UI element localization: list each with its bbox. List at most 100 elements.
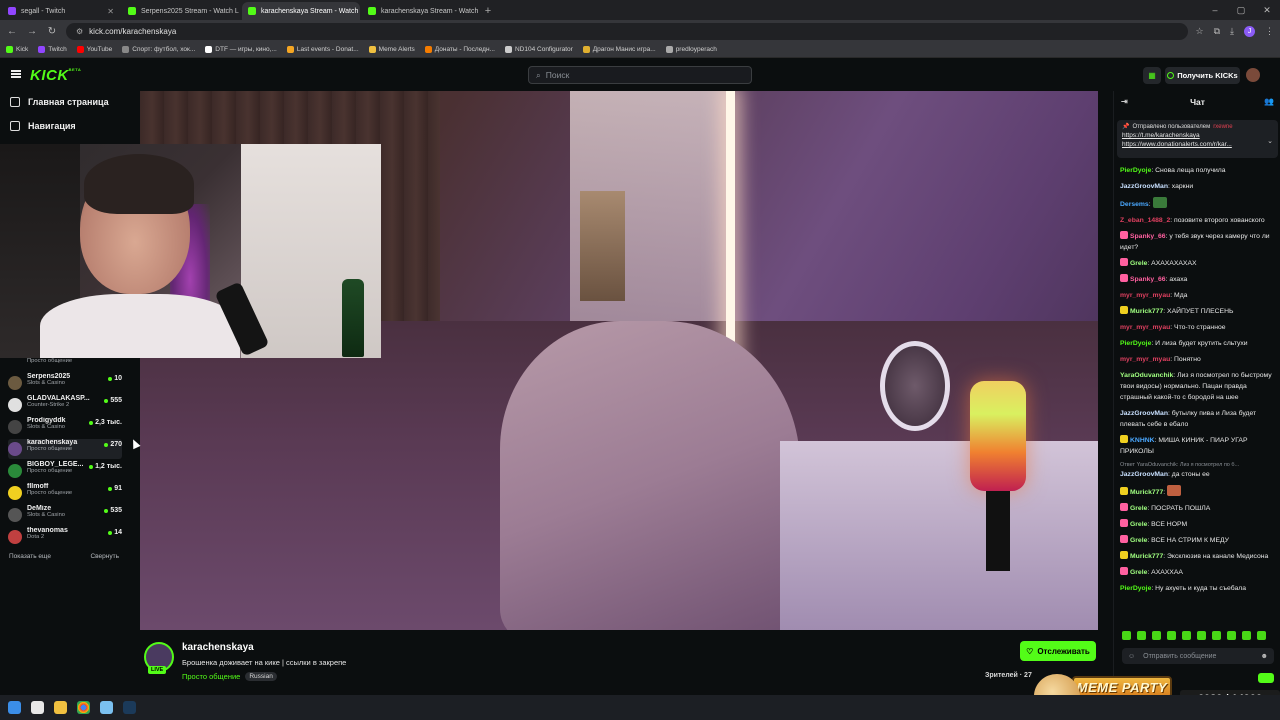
extensions-icon[interactable]: ⧉ — [1214, 26, 1220, 37]
language-tag[interactable]: Russian — [245, 672, 277, 681]
browser-tab[interactable]: Serpens2025 Stream - Watch L✕ — [122, 2, 240, 20]
chat-username[interactable]: Grele — [1130, 505, 1147, 512]
follow-button[interactable]: ♡ Отслеживать — [1020, 641, 1096, 661]
file-explorer-icon[interactable] — [54, 701, 67, 714]
browser-tab[interactable]: karachenskaya Stream - Watch✕ — [362, 2, 480, 20]
bookmark-item[interactable]: Спорт: футбол, хок... — [122, 46, 195, 53]
reload-icon[interactable]: ↻ — [46, 26, 58, 37]
chat-username[interactable]: myr_myr_myau — [1120, 356, 1170, 363]
show-more-link[interactable]: Показать еще — [9, 553, 51, 560]
quick-emote-icon[interactable] — [1152, 631, 1161, 640]
menu-icon[interactable]: ⋮ — [1265, 26, 1274, 37]
bookmark-item[interactable]: predloyperach — [665, 46, 717, 53]
close-window-icon[interactable]: ✕ — [1254, 0, 1280, 20]
bookmark-item[interactable]: Twitch — [38, 46, 67, 53]
sidebar-channel[interactable]: thevanomas Dota 2 14 — [8, 527, 122, 547]
chat-username[interactable]: myr_myr_myau — [1120, 324, 1170, 331]
quick-emote-icon[interactable] — [1167, 631, 1176, 640]
quick-emote-icon[interactable] — [1182, 631, 1191, 640]
bookmark-item[interactable]: Драгон Манис игра... — [582, 46, 656, 53]
chat-username[interactable]: myr_myr_myau — [1120, 292, 1170, 299]
bookmark-item[interactable]: ND104 Configurator — [504, 46, 573, 53]
bookmark-item[interactable]: Meme Alerts — [368, 46, 415, 53]
quick-emote-icon[interactable] — [1227, 631, 1236, 640]
search-input[interactable]: ⌕ Поиск — [528, 66, 752, 84]
bookmark-item[interactable]: DTF — игры, кино,... — [205, 46, 277, 53]
start-icon[interactable] — [8, 701, 21, 714]
sidebar-channel[interactable]: DeMize Slots & Casino 535 — [8, 505, 122, 525]
chat-username[interactable]: Spanky_66 — [1130, 233, 1166, 240]
quick-emote-icon[interactable] — [1197, 631, 1206, 640]
sidebar-home[interactable]: Главная страница — [10, 97, 109, 107]
bookmark-item[interactable]: YouTube — [76, 46, 112, 53]
site-info-icon[interactable]: ⚙ — [76, 27, 83, 36]
chat-username[interactable]: Dersems — [1120, 201, 1149, 208]
chat-smile-icon[interactable]: ☻ — [1261, 653, 1268, 660]
chrome-icon[interactable] — [77, 701, 90, 714]
chat-username[interactable]: Murick777 — [1130, 308, 1163, 315]
quick-emote-icon[interactable] — [1137, 631, 1146, 640]
bookmark-item[interactable]: Last events - Donat... — [286, 46, 359, 53]
collapse-link[interactable]: Свернуть — [90, 553, 119, 560]
chat-username[interactable]: Murick777 — [1130, 553, 1163, 560]
browser-tab[interactable]: segall - Twitch ✕ — [2, 2, 120, 20]
sidebar-channel[interactable]: fllmoff Просто общение 91 — [8, 483, 122, 503]
quick-emote-icon[interactable] — [1242, 631, 1251, 640]
chat-username[interactable]: PierDyoje — [1120, 340, 1151, 347]
theater-mode-button[interactable]: ▦ — [1143, 67, 1161, 84]
quick-emote-icon[interactable] — [1257, 631, 1266, 640]
kick-logo[interactable]: KICKBETA — [30, 67, 81, 84]
sidebar-channel[interactable]: GLADVALAKASP... Counter-Strike 2 555 — [8, 395, 122, 415]
chat-username[interactable]: YaraOduvanchik — [1120, 372, 1173, 379]
chat-username[interactable]: JazzGroovMan — [1120, 471, 1168, 478]
chat-username[interactable]: PierDyoje — [1120, 585, 1151, 592]
channel-name[interactable]: karachenskaya — [182, 642, 254, 653]
browser-tab[interactable]: karachenskaya Stream - Watch✕ — [242, 2, 360, 20]
minimize-icon[interactable]: – — [1202, 0, 1228, 20]
chat-username[interactable]: Grele — [1130, 537, 1147, 544]
quick-emote-icon[interactable] — [1122, 631, 1131, 640]
yandex-icon[interactable] — [31, 701, 44, 714]
collapse-chat-icon[interactable]: ⇥ — [1121, 97, 1128, 106]
pinned-link-telegram[interactable]: https://t.me/karachenskaya — [1122, 132, 1262, 139]
profile-avatar[interactable]: J — [1244, 25, 1255, 37]
bookmark-item[interactable]: Донаты - Последн... — [424, 46, 495, 53]
pinned-user[interactable]: rxewne — [1213, 124, 1232, 130]
chat-username[interactable]: KNHNK — [1130, 437, 1155, 444]
chat-username[interactable]: Z_eban_1488_2 — [1120, 217, 1170, 224]
new-tab-button[interactable]: + — [480, 2, 496, 20]
chat-username[interactable]: PierDyoje — [1120, 167, 1151, 174]
steam-icon[interactable] — [123, 701, 136, 714]
forward-icon[interactable]: → — [26, 26, 38, 37]
quick-emote-icon[interactable] — [1212, 631, 1221, 640]
tab-close-icon[interactable]: ✕ — [107, 7, 114, 16]
stream-category[interactable]: Просто общение — [182, 672, 240, 681]
get-kicks-button[interactable]: Получить KICKs — [1165, 67, 1240, 84]
sidebar-channel[interactable]: Prodigyddk Slots & Casino 2,3 тыс. — [8, 417, 122, 437]
pinned-link-donation[interactable]: https://www.donationalerts.com/r/kar... — [1122, 141, 1262, 148]
chat-username[interactable]: Grele — [1130, 569, 1147, 576]
sidebar-channel[interactable]: BIGBOY_LEGE... Просто общение 1,2 тыс. — [8, 461, 122, 481]
sidebar-channel[interactable]: karachenskaya Просто общение 270 — [8, 439, 122, 459]
notepad-icon[interactable] — [100, 701, 113, 714]
chat-users-icon[interactable]: 👥 — [1264, 97, 1274, 106]
sidebar-channel[interactable]: Serpens2025 Slots & Casino 10 — [8, 373, 122, 393]
chat-username[interactable]: Murick777 — [1130, 489, 1163, 496]
hamburger-menu-icon[interactable] — [11, 70, 21, 78]
bookmark-star-icon[interactable]: ☆ — [1196, 26, 1204, 37]
chat-username[interactable]: Spanky_66 — [1130, 276, 1166, 283]
chat-username[interactable]: Grele — [1130, 260, 1147, 267]
address-bar[interactable]: ⚙ kick.com/karachenskaya — [66, 22, 1188, 40]
maximize-icon[interactable]: ▢ — [1228, 0, 1254, 20]
chat-username[interactable]: JazzGroovMan — [1120, 183, 1168, 190]
back-icon[interactable]: ← — [6, 26, 18, 37]
chat-input[interactable]: ☺ Отправить сообщение ☻ — [1122, 648, 1274, 664]
downloads-icon[interactable]: ⤓ — [1230, 26, 1234, 37]
chat-emoji-icon[interactable]: ☺ — [1128, 653, 1135, 660]
chat-username[interactable]: JazzGroovMan — [1120, 410, 1168, 417]
bookmark-item[interactable]: Kick — [6, 46, 28, 53]
sidebar-browse[interactable]: Навигация — [10, 121, 76, 131]
user-avatar[interactable] — [1246, 68, 1260, 82]
chat-username[interactable]: Grele — [1130, 521, 1147, 528]
chevron-down-icon[interactable]: ⌄ — [1267, 137, 1273, 145]
